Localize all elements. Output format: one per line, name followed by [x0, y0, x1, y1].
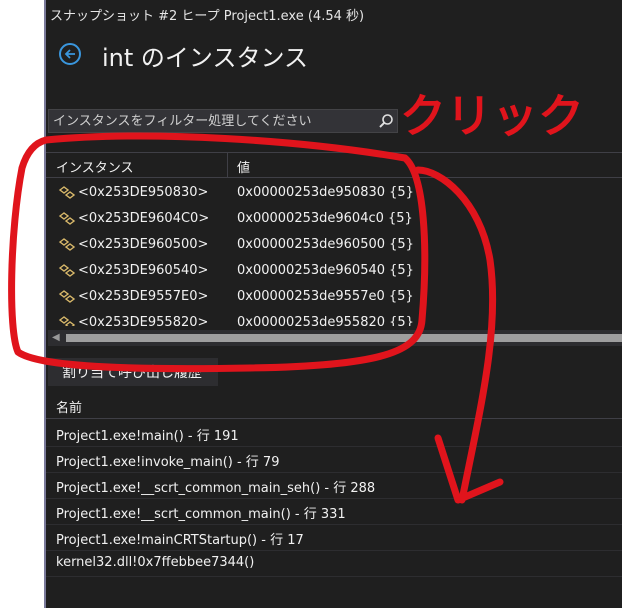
- table-row[interactable]: <0x253DE9557E0> 0x00000253de9557e0 {5}: [46, 284, 622, 310]
- instance-cell: <0x253DE960500>: [78, 237, 209, 252]
- instance-object-icon: [58, 316, 76, 326]
- instance-object-icon: [58, 186, 76, 199]
- callstack-row[interactable]: Project1.exe!main() - 行 191: [46, 420, 622, 447]
- table-row[interactable]: <0x253DE960540> 0x00000253de960540 {5}: [46, 258, 622, 284]
- value-cell: 0x00000253de9604c0 {5}: [237, 211, 413, 226]
- tab-label: 割り当て呼び出し履歴: [62, 365, 202, 381]
- table-row[interactable]: <0x253DE955820> 0x00000253de955820 {5}: [46, 310, 622, 326]
- callstack-row[interactable]: Project1.exe!invoke_main() - 行 79: [46, 446, 622, 473]
- value-cell: 0x00000253de950830 {5}: [237, 185, 414, 200]
- value-cell: 0x00000253de960500 {5}: [237, 237, 414, 252]
- frame-label: Project1.exe!mainCRTStartup() - 行 17: [56, 533, 304, 548]
- tab-allocation-callstack[interactable]: 割り当て呼び出し履歴: [48, 358, 218, 386]
- callstack-header: 名前: [46, 390, 622, 419]
- instance-cell: <0x253DE9557E0>: [78, 289, 209, 304]
- column-header-name[interactable]: 名前: [56, 397, 82, 416]
- instances-table-body: <0x253DE950830> 0x00000253de950830 {5} <…: [46, 180, 622, 326]
- instance-object-icon: [58, 238, 76, 251]
- value-cell: 0x00000253de960540 {5}: [237, 263, 414, 278]
- column-divider[interactable]: [227, 153, 228, 178]
- callstack-row[interactable]: Project1.exe!mainCRTStartup() - 行 17: [46, 524, 622, 551]
- heap-snapshot-panel: スナップショット #2 ヒープ Project1.exe (4.54 秒) in…: [46, 0, 622, 608]
- callstack-row[interactable]: kernel32.dll!0x7ffebbee7344(): [46, 550, 622, 577]
- table-row[interactable]: <0x253DE950830> 0x00000253de950830 {5}: [46, 180, 622, 206]
- instances-table-header: インスタンス 値: [46, 152, 622, 178]
- table-row[interactable]: <0x253DE960500> 0x00000253de960500 {5}: [46, 232, 622, 258]
- filter-box: [48, 109, 398, 133]
- arrow-left-icon: [64, 49, 75, 59]
- instance-cell: <0x253DE9604C0>: [78, 211, 210, 226]
- scroll-left-icon[interactable]: ◀: [52, 332, 60, 343]
- value-cell: 0x00000253de9557e0 {5}: [237, 289, 414, 304]
- table-row[interactable]: <0x253DE9604C0> 0x00000253de9604c0 {5}: [46, 206, 622, 232]
- frame-label: kernel32.dll!0x7ffebbee7344(): [56, 555, 255, 570]
- instance-object-icon: [58, 290, 76, 303]
- column-header-value[interactable]: 値: [237, 157, 250, 176]
- left-margin: [0, 0, 46, 608]
- frame-label: Project1.exe!invoke_main() - 行 79: [56, 455, 280, 470]
- instance-object-icon: [58, 212, 76, 225]
- frame-label: Project1.exe!main() - 行 191: [56, 429, 239, 444]
- instance-cell: <0x253DE960540>: [78, 263, 209, 278]
- search-icon[interactable]: [377, 112, 395, 130]
- column-header-instance[interactable]: インスタンス: [56, 157, 133, 176]
- frame-label: Project1.exe!__scrt_common_main_seh() - …: [56, 481, 376, 496]
- instance-cell: <0x253DE950830>: [78, 185, 209, 200]
- callstack-row[interactable]: Project1.exe!__scrt_common_main() - 行 33…: [46, 498, 622, 525]
- page-title: int のインスタンス: [102, 44, 308, 72]
- frame-label: Project1.exe!__scrt_common_main() - 行 33…: [56, 507, 346, 522]
- back-button[interactable]: [59, 43, 81, 65]
- value-cell: 0x00000253de955820 {5}: [237, 315, 414, 326]
- instance-cell: <0x253DE955820>: [78, 315, 209, 326]
- instance-object-icon: [58, 264, 76, 277]
- horizontal-scrollbar[interactable]: ◀: [48, 330, 622, 346]
- callstack-row[interactable]: Project1.exe!__scrt_common_main_seh() - …: [46, 472, 622, 499]
- window-title: スナップショット #2 ヒープ Project1.exe (4.54 秒): [50, 9, 365, 24]
- filter-input[interactable]: [53, 110, 369, 132]
- scrollbar-thumb[interactable]: [66, 334, 622, 342]
